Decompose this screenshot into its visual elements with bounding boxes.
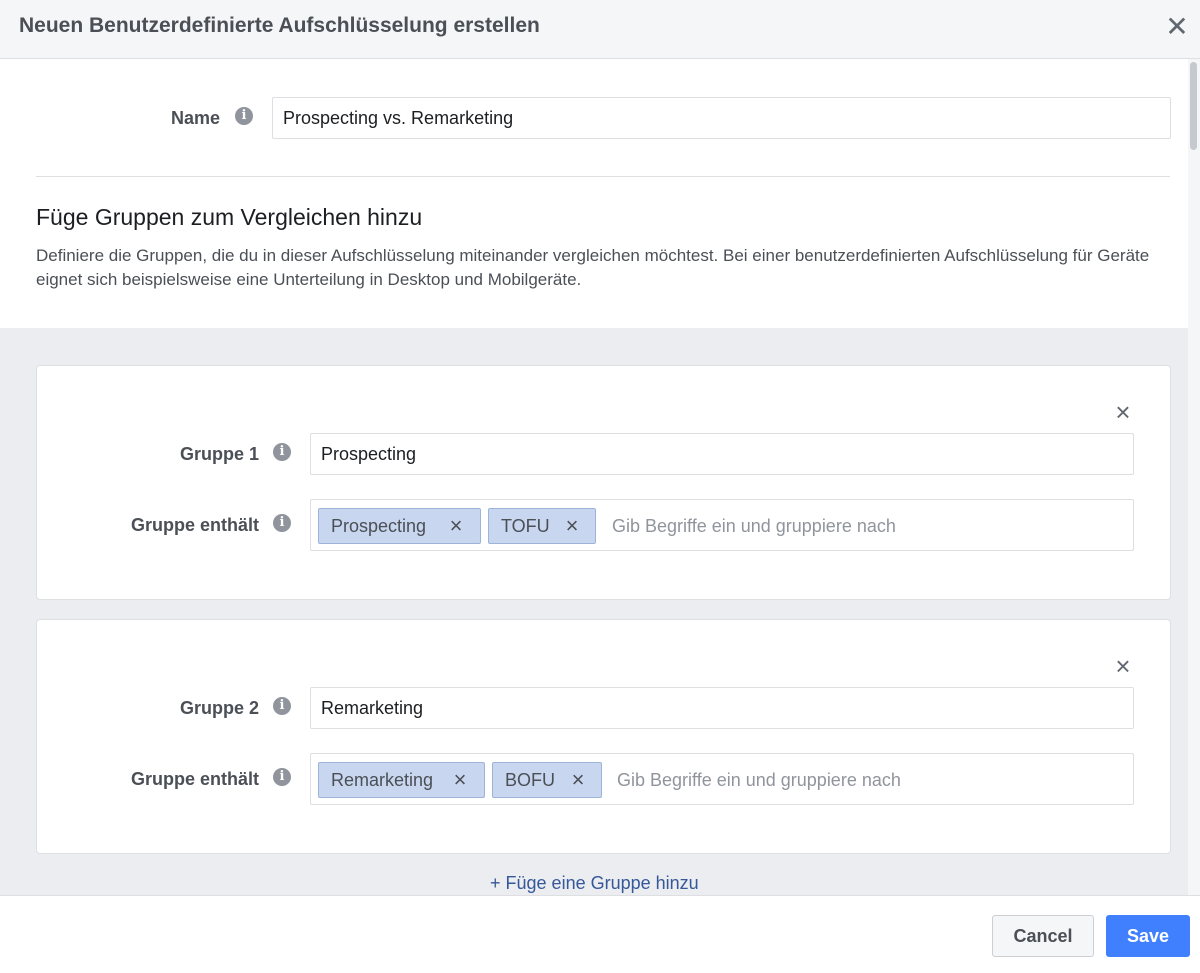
group-terms-field[interactable]: Remarketing × BOFU × Gib Begriffe ein un…: [310, 753, 1134, 805]
name-input[interactable]: Prospecting vs. Remarketing: [272, 97, 1171, 139]
terms-input[interactable]: Gib Begriffe ein und gruppiere nach: [617, 762, 1117, 798]
info-icon[interactable]: i: [273, 768, 291, 786]
name-label: Name: [170, 108, 220, 128]
remove-group-icon[interactable]: ×: [1111, 653, 1135, 679]
add-group-link[interactable]: + Füge eine Gruppe hinzu: [490, 873, 699, 894]
info-icon[interactable]: i: [273, 697, 291, 715]
section-description: Definiere die Gruppen, die du in dieser …: [36, 246, 1150, 289]
scrollbar-thumb[interactable]: [1190, 62, 1197, 150]
add-group-label: Füge eine Gruppe hinzu: [505, 873, 699, 893]
info-icon[interactable]: i: [273, 514, 291, 532]
info-icon[interactable]: i: [273, 443, 291, 461]
group-contains-label: Gruppe enthält: [130, 515, 259, 535]
group-name-input[interactable]: Remarketing: [310, 687, 1134, 729]
dialog-footer: Cancel Save: [0, 895, 1200, 973]
save-button[interactable]: Save: [1106, 915, 1190, 957]
remove-token-icon[interactable]: ×: [446, 509, 466, 543]
remove-group-icon[interactable]: ×: [1111, 399, 1135, 425]
term-token-label: TOFU: [501, 516, 550, 536]
remove-token-icon[interactable]: ×: [568, 763, 588, 797]
cancel-button[interactable]: Cancel: [992, 915, 1094, 957]
term-token: BOFU ×: [492, 762, 602, 798]
plus-icon: +: [490, 873, 501, 893]
group-card: × Gruppe 2 i Remarketing Gruppe enthält …: [36, 619, 1171, 854]
info-icon[interactable]: i: [235, 107, 253, 125]
terms-input[interactable]: Gib Begriffe ein und gruppiere nach: [612, 508, 1112, 544]
term-token-label: Remarketing: [331, 770, 434, 790]
term-token-label: BOFU: [505, 770, 556, 790]
group-terms-field[interactable]: Prospecting × TOFU × Gib Begriffe ein un…: [310, 499, 1134, 551]
term-token: Prospecting ×: [318, 508, 481, 544]
term-token-label: Prospecting: [331, 516, 427, 536]
group-label: Gruppe 1: [179, 444, 259, 464]
term-token: Remarketing ×: [318, 762, 485, 798]
group-name-input[interactable]: Prospecting: [310, 433, 1134, 475]
group-contains-label: Gruppe enthält: [130, 769, 259, 789]
close-icon[interactable]: ✕: [1162, 12, 1192, 42]
group-card: × Gruppe 1 i Prospecting Gruppe enthält …: [36, 365, 1171, 600]
dialog-title: Neuen Benutzerdefinierte Aufschlüsselung…: [19, 14, 540, 37]
remove-token-icon[interactable]: ×: [450, 763, 470, 797]
dialog-header: Neuen Benutzerdefinierte Aufschlüsselung…: [0, 0, 1200, 59]
term-token: TOFU ×: [488, 508, 596, 544]
section-divider: [36, 176, 1170, 177]
group-label: Gruppe 2: [179, 698, 259, 718]
scrollbar-track[interactable]: [1188, 59, 1200, 895]
remove-token-icon[interactable]: ×: [562, 509, 582, 543]
section-title: Füge Gruppen zum Vergleichen hinzu: [36, 204, 423, 230]
